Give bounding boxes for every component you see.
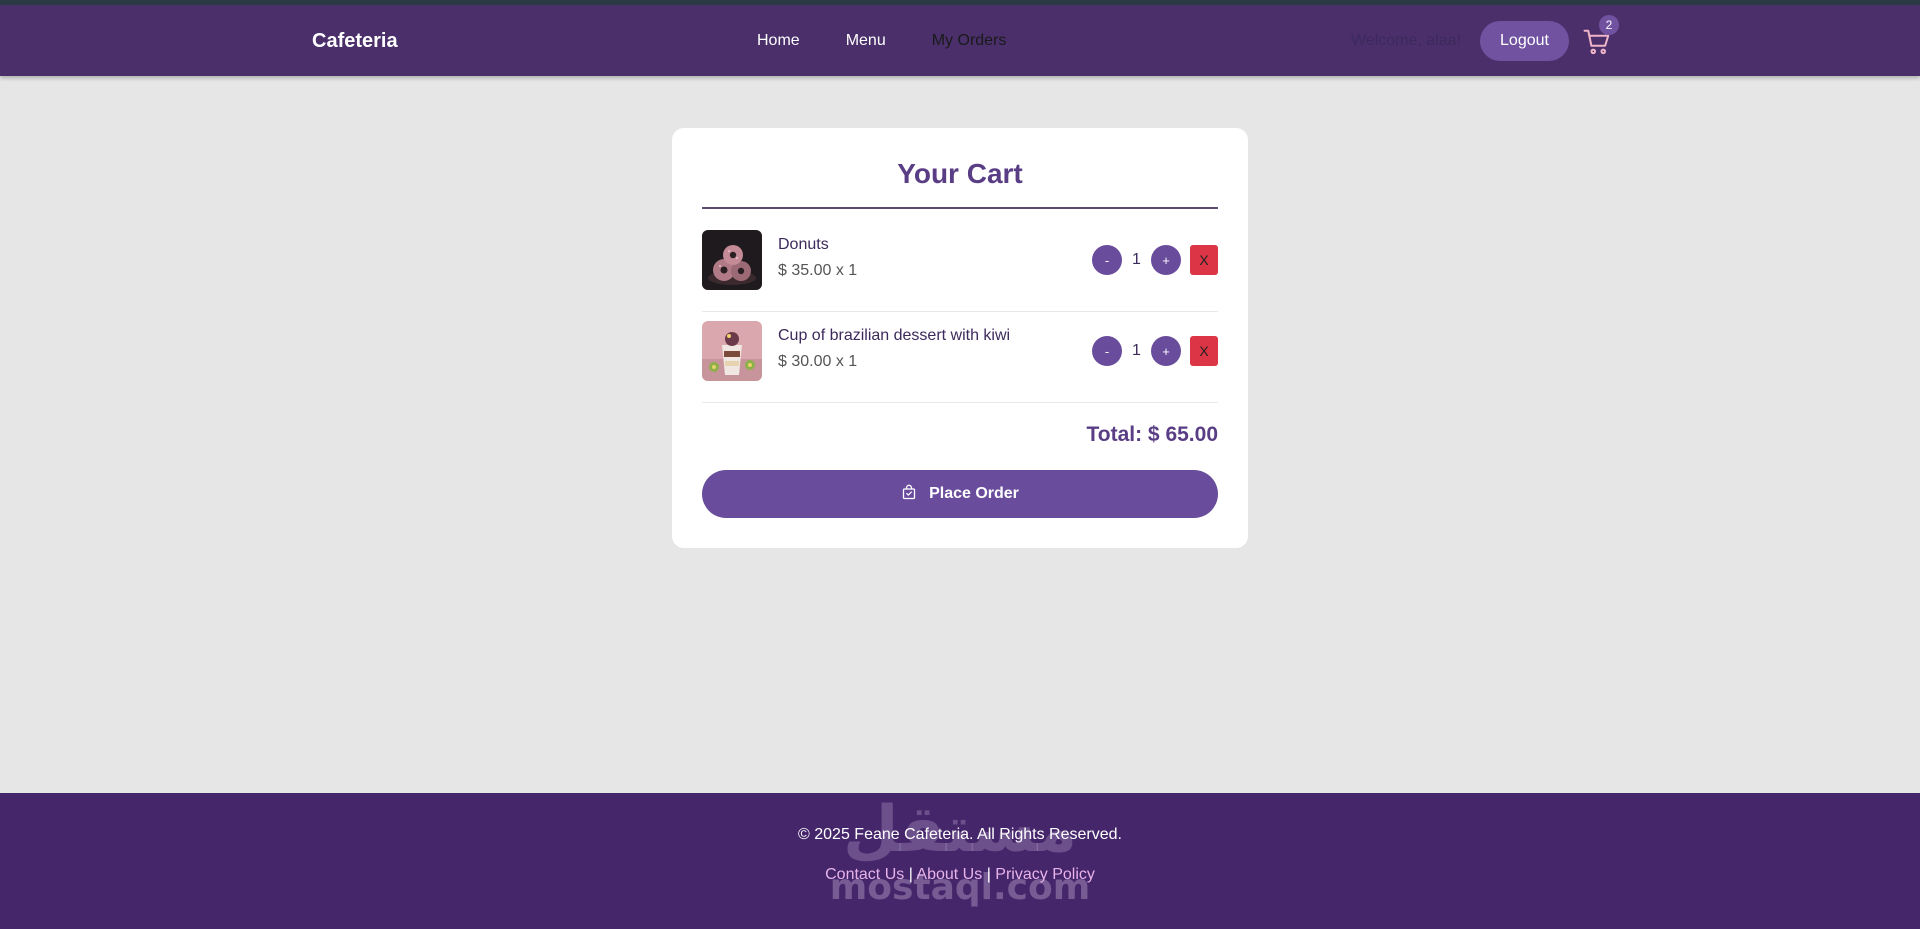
cart-count-badge: 2 xyxy=(1599,15,1619,35)
title-divider xyxy=(702,207,1218,209)
logout-button[interactable]: Logout xyxy=(1480,21,1569,61)
place-order-label: Place Order xyxy=(929,485,1019,502)
remove-item-button[interactable]: X xyxy=(1190,245,1218,275)
footer-link-privacy[interactable]: Privacy Policy xyxy=(995,866,1095,883)
cart-item: Donuts $ 35.00 x 1 - 1 + X xyxy=(702,221,1218,312)
shopping-bag-check-icon xyxy=(901,484,917,505)
footer-link-contact[interactable]: Contact Us xyxy=(825,866,904,883)
footer: مستقل mostaql.com © 2025 Feane Cafeteria… xyxy=(0,793,1920,929)
increase-quantity-button[interactable]: + xyxy=(1151,245,1181,275)
donuts-image xyxy=(702,230,762,290)
footer-link-about[interactable]: About Us xyxy=(916,866,982,883)
increase-quantity-button[interactable]: + xyxy=(1151,336,1181,366)
nav-link-menu[interactable]: Menu xyxy=(846,32,886,50)
footer-separator: | xyxy=(986,866,991,883)
navbar: Cafeteria Home Menu My Orders Welcome, a… xyxy=(0,5,1920,76)
item-name: Cup of brazilian dessert with kiwi xyxy=(778,327,1011,344)
brazilian-dessert-image xyxy=(702,321,762,381)
nav-link-home[interactable]: Home xyxy=(757,32,800,50)
main-nav: Home Menu My Orders xyxy=(757,32,1006,50)
decrease-quantity-button[interactable]: - xyxy=(1092,245,1122,275)
cart-card: Your Cart Donuts $ 35.00 x 1 - 1 + X Cup… xyxy=(672,128,1248,548)
item-name: Donuts xyxy=(778,236,829,253)
decrease-quantity-button[interactable]: - xyxy=(1092,336,1122,366)
footer-separator: | xyxy=(908,866,913,883)
footer-links: Contact Us | About Us | Privacy Policy xyxy=(0,866,1920,884)
item-price: $ 30.00 x 1 xyxy=(778,353,858,370)
welcome-text: Welcome, alaa! xyxy=(1351,32,1461,49)
item-quantity: 1 xyxy=(1132,251,1141,268)
remove-item-button[interactable]: X xyxy=(1190,336,1218,366)
nav-link-my-orders[interactable]: My Orders xyxy=(932,32,1007,50)
cart-title: Your Cart xyxy=(897,158,1023,189)
item-price: $ 35.00 x 1 xyxy=(778,262,858,279)
brand-logo[interactable]: Cafeteria xyxy=(312,30,398,53)
cart-total: Total: $ 65.00 xyxy=(1086,423,1219,446)
cart-item: Cup of brazilian dessert with kiwi $ 30.… xyxy=(702,312,1218,403)
copyright-text: © 2025 Feane Cafeteria. All Rights Reser… xyxy=(798,826,1122,843)
item-quantity: 1 xyxy=(1132,342,1141,359)
place-order-button[interactable]: Place Order xyxy=(702,470,1218,518)
